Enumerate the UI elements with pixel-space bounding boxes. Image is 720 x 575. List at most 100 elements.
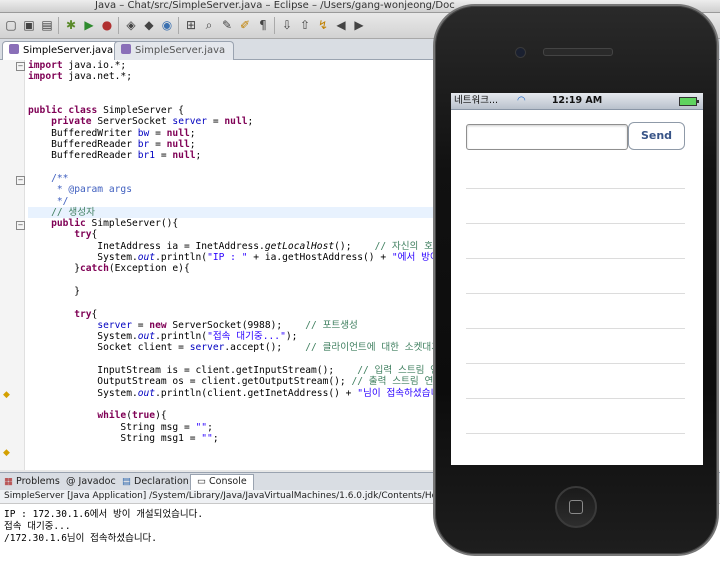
code-token: "" [195, 421, 208, 433]
save-icon[interactable]: ▣ [22, 18, 36, 32]
debug-icon[interactable]: ✱ [64, 18, 78, 32]
code-line[interactable] [28, 94, 462, 105]
code-line[interactable]: }catch(Exception e){ [28, 263, 462, 274]
search-icon[interactable]: ⌕ [202, 18, 216, 32]
toolbar-separator [118, 17, 119, 34]
open-type-icon[interactable]: ⊞ [184, 18, 198, 32]
list-row-divider [466, 188, 685, 189]
open-task-icon[interactable]: ✎ [220, 18, 234, 32]
message-input[interactable] [466, 124, 628, 150]
battery-icon [679, 97, 699, 106]
code-line[interactable]: server = new ServerSocket(9988); // 포트생성 [28, 320, 462, 331]
code-line[interactable]: private ServerSocket server = null; [28, 116, 462, 127]
fold-toggle-icon[interactable]: − [16, 62, 25, 71]
code-token: server [97, 319, 132, 331]
code-line[interactable]: */ [28, 196, 462, 207]
code-line[interactable]: Socket client = server.accept(); // 클라이언… [28, 342, 462, 353]
code-token: null [172, 150, 196, 162]
code-token: OutputStream os = client.getOutputStream… [28, 376, 352, 388]
code-token: public [51, 218, 86, 230]
code-token: .println( [155, 331, 208, 343]
mark-occurrences-icon[interactable]: ✐ [238, 18, 252, 32]
tab-problems[interactable]: ▦ Problems [4, 475, 60, 489]
list-row-divider [466, 363, 685, 364]
code-line[interactable]: String msg = ""; [28, 422, 462, 433]
code-token: .println( [155, 252, 208, 264]
java-file-icon [121, 44, 131, 54]
code-token: ; [247, 116, 254, 128]
show-whitespace-icon[interactable]: ¶ [256, 18, 270, 32]
code-line[interactable] [28, 275, 462, 286]
code-line[interactable]: public class SimpleServer { [28, 105, 462, 116]
code-token: ; [195, 150, 202, 162]
new-class-icon[interactable]: ◉ [160, 18, 174, 32]
code-line[interactable]: String msg1 = ""; [28, 433, 462, 444]
code-line[interactable] [28, 83, 462, 94]
code-line[interactable] [28, 162, 462, 173]
prev-annotation-icon[interactable]: ⇧ [298, 18, 312, 32]
code-line[interactable]: try{ [28, 309, 462, 320]
earpiece [543, 48, 613, 56]
code-line[interactable]: // 생성자 [28, 206, 463, 219]
code-line[interactable]: BufferedReader br1 = null; [28, 150, 462, 161]
code-token: try [74, 308, 92, 320]
code-token: java.net.*; [62, 71, 132, 83]
editor-gutter: − − − ◆ ◆ [0, 60, 25, 470]
editor-tab-simpleserver-client[interactable]: SimpleServer.java [114, 41, 235, 60]
code-token: Socket client = [28, 342, 190, 354]
code-token: br1 [137, 150, 156, 162]
send-button[interactable]: Send [628, 122, 685, 150]
tab-javadoc[interactable]: @ Javadoc [66, 475, 116, 489]
code-line[interactable]: import java.net.*; [28, 71, 462, 82]
new-file-icon[interactable]: ▢ [4, 18, 18, 32]
print-icon[interactable]: ▤ [40, 18, 54, 32]
code-line[interactable]: InputStream is = client.getInputStream()… [28, 365, 462, 376]
code-token: */ [28, 195, 69, 207]
code-line[interactable]: public SimpleServer(){ [28, 218, 462, 229]
code-line[interactable]: InetAddress ia = InetAddress.getLocalHos… [28, 241, 462, 252]
code-line[interactable]: while(true){ [28, 410, 462, 421]
code-line[interactable] [28, 399, 462, 410]
phone-screen: 네트워크... ◠ 12:19 AM Send [451, 93, 703, 465]
forward-icon[interactable]: ▶ [352, 18, 366, 32]
code-token: import [28, 60, 63, 71]
back-icon[interactable]: ◀ [334, 18, 348, 32]
next-annotation-icon[interactable]: ⇩ [280, 18, 294, 32]
editor-tab-simpleserver[interactable]: SimpleServer.java [2, 41, 123, 60]
fold-toggle-icon[interactable]: − [16, 176, 25, 185]
code-token: ; [189, 127, 196, 139]
code-text[interactable]: import java.io.*; import java.net.*; publ… [28, 60, 463, 444]
code-line[interactable]: try{ [28, 229, 462, 240]
code-token: System. [28, 387, 138, 399]
code-line[interactable]: BufferedWriter bw = null; [28, 128, 462, 139]
code-line[interactable]: BufferedReader br = null; [28, 139, 462, 150]
code-token: ServerSocket [91, 116, 173, 128]
code-line[interactable]: System.out.println(client.getInetAddress… [28, 388, 462, 399]
tab-console[interactable]: ▭ Console [190, 474, 254, 490]
code-line[interactable]: import java.io.*; [28, 60, 462, 71]
code-line[interactable] [28, 354, 462, 365]
code-line[interactable]: System.out.println("접속 대기중..."); [28, 331, 462, 342]
code-token: } [28, 285, 80, 297]
code-line[interactable] [28, 297, 462, 308]
code-line[interactable]: } [28, 286, 462, 297]
fold-toggle-icon[interactable]: − [16, 221, 25, 230]
tab-declaration[interactable]: ▤ Declaration [122, 475, 189, 489]
new-java-project-icon[interactable]: ◈ [124, 18, 138, 32]
problems-icon: ▦ [4, 476, 13, 487]
run-icon[interactable]: ▶ [82, 18, 96, 32]
code-token: ); [285, 331, 298, 343]
home-button[interactable] [555, 486, 597, 528]
last-edit-icon[interactable]: ↯ [316, 18, 330, 32]
external-tools-icon[interactable]: ● [100, 18, 114, 32]
code-line[interactable]: * @param args [28, 184, 462, 195]
code-line[interactable]: /** [28, 173, 462, 184]
code-line[interactable]: OutputStream os = client.getOutputStream… [28, 376, 462, 387]
code-token: out [137, 387, 156, 399]
new-package-icon[interactable]: ◆ [142, 18, 156, 32]
code-token: = [149, 139, 167, 151]
code-line[interactable]: System.out.println("IP : " + ia.getHostA… [28, 252, 462, 263]
